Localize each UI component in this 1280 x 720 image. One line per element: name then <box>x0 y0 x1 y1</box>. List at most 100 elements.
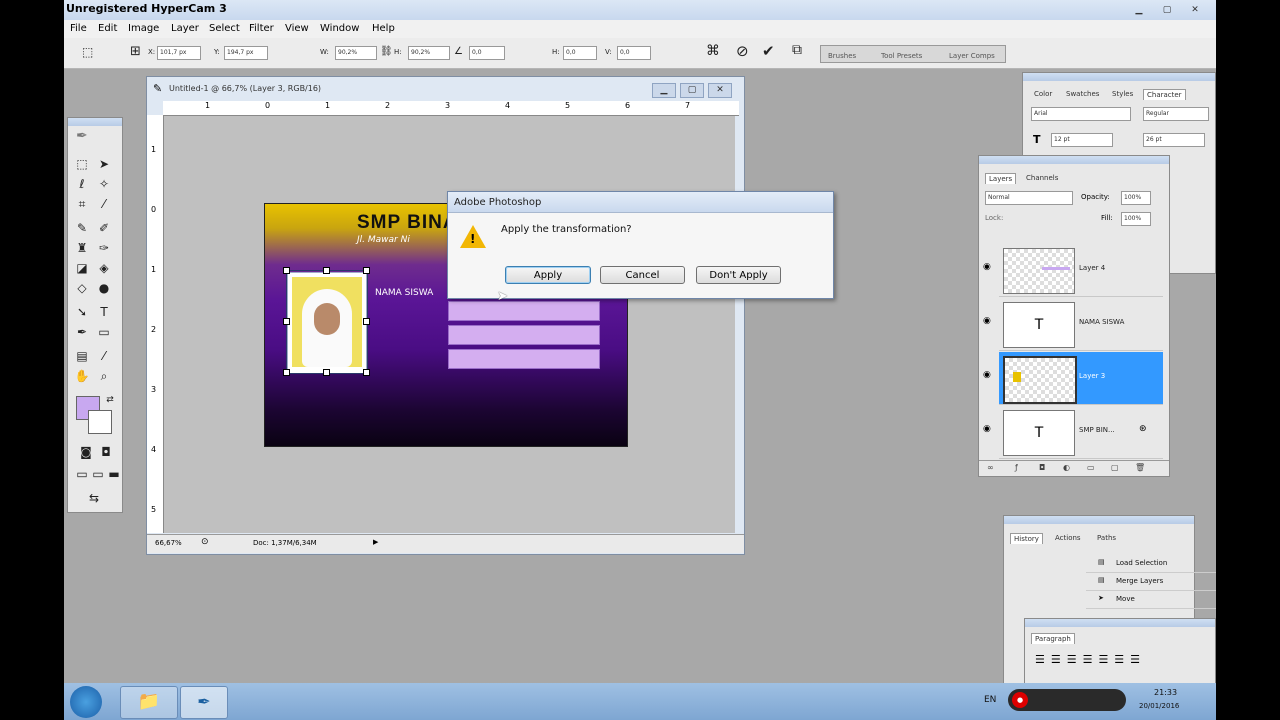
tab-paragraph[interactable]: Paragraph <box>1031 633 1075 644</box>
move-tool-icon[interactable]: ➤ <box>96 156 112 172</box>
adjustment-icon[interactable]: ◐ <box>1063 463 1070 472</box>
alignment-icons[interactable]: ☰☰☰☰☰☰☰ <box>1035 653 1146 666</box>
warp-icon[interactable]: ⌘ <box>706 43 720 59</box>
visibility-eye-icon[interactable]: ◉ <box>983 370 991 380</box>
history-panel-header[interactable] <box>1004 516 1194 524</box>
dialog-titlebar[interactable]: Adobe Photoshop <box>448 192 833 213</box>
font-size-field[interactable]: 12 pt <box>1051 133 1113 147</box>
menu-edit[interactable]: Edit <box>98 23 117 34</box>
character-panel-header[interactable] <box>1023 73 1215 81</box>
shape-tool-icon[interactable]: ▭ <box>96 324 112 340</box>
path-select-icon[interactable]: ➘ <box>74 304 90 320</box>
bucket-tool-icon[interactable]: ◈ <box>96 260 112 276</box>
height-field[interactable]: 90,2% <box>408 46 450 60</box>
marquee-tool-icon[interactable]: ⬚ <box>74 156 90 172</box>
magic-wand-icon[interactable]: ✧ <box>96 176 112 192</box>
dodge-tool-icon[interactable]: ● <box>96 280 112 296</box>
palette-well-icon[interactable]: ⧉ <box>792 42 802 58</box>
close-button[interactable]: ✕ <box>1184 4 1206 17</box>
start-button-icon[interactable] <box>70 686 102 718</box>
cancel-transform-icon[interactable]: ⊘ <box>736 42 749 60</box>
language-indicator[interactable]: EN <box>984 695 996 705</box>
hskew-field[interactable]: 0,0 <box>563 46 597 60</box>
transform-handle[interactable] <box>323 267 330 274</box>
y-field[interactable]: 194,7 px <box>224 46 268 60</box>
eraser-tool-icon[interactable]: ◪ <box>74 260 90 276</box>
tab-history[interactable]: History <box>1010 533 1043 544</box>
mask-icon[interactable]: ◘ <box>1039 463 1045 472</box>
menu-file[interactable]: File <box>70 23 87 34</box>
tool-preset-icon[interactable]: ⬚ <box>82 45 93 59</box>
commit-transform-icon[interactable]: ✔ <box>762 42 775 60</box>
doc-minimize-button[interactable]: ▁ <box>652 83 676 98</box>
well-tab-layer-comps[interactable]: Layer Comps <box>949 52 995 60</box>
standard-mode-icon[interactable]: ◙ <box>76 444 96 460</box>
layer-style-button-icon[interactable]: ƒ <box>1015 463 1018 472</box>
layer-row[interactable]: T NAMA SISWA <box>999 298 1163 351</box>
record-icon[interactable]: ● <box>1012 692 1028 708</box>
tab-swatches[interactable]: Swatches <box>1063 89 1102 99</box>
link-layers-icon[interactable]: ∞ <box>987 463 994 472</box>
leading-field[interactable]: 26 pt <box>1143 133 1205 147</box>
reference-point-icon[interactable]: ⊞ <box>130 44 141 59</box>
type-tool-icon[interactable]: T <box>96 304 112 320</box>
well-tab-tool-presets[interactable]: Tool Presets <box>881 52 922 60</box>
status-menu-arrow-icon[interactable]: ▶ <box>373 538 378 546</box>
history-item[interactable]: ▤ Merge Layers <box>1086 573 1216 591</box>
delete-layer-icon[interactable]: 🗑 <box>1135 463 1145 472</box>
fill-field[interactable]: 100% <box>1121 212 1151 226</box>
explorer-taskbar-icon[interactable]: 📁 <box>120 686 178 719</box>
lasso-tool-icon[interactable]: ℓ <box>74 176 90 192</box>
brush-tool-icon[interactable]: ✐ <box>96 220 112 236</box>
visibility-eye-icon[interactable]: ◉ <box>983 316 991 326</box>
angle-field[interactable]: 0,0 <box>469 46 505 60</box>
transform-handle[interactable] <box>363 267 370 274</box>
tab-character[interactable]: Character <box>1143 89 1186 100</box>
transform-handle[interactable] <box>323 369 330 376</box>
transform-handle[interactable] <box>363 318 370 325</box>
layers-panel-header[interactable] <box>979 156 1169 164</box>
transform-handle[interactable] <box>283 369 290 376</box>
background-color-swatch[interactable] <box>88 410 112 434</box>
stamp-tool-icon[interactable]: ♜ <box>74 240 90 256</box>
x-field[interactable]: 101,7 px <box>157 46 201 60</box>
screen-mode-1-icon[interactable]: ▭ <box>74 466 90 482</box>
hypercam-recording-toolbar[interactable]: ● <box>1008 689 1126 711</box>
healing-brush-icon[interactable]: ✎ <box>74 220 90 236</box>
zoom-level[interactable]: 66,67% <box>155 539 182 547</box>
blend-mode-select[interactable]: Normal <box>985 191 1073 205</box>
menu-select[interactable]: Select <box>209 23 240 34</box>
tab-color[interactable]: Color <box>1031 89 1055 99</box>
menu-view[interactable]: View <box>285 23 309 34</box>
screen-mode-2-icon[interactable]: ▭ <box>90 466 106 482</box>
zoom-tool-icon[interactable]: ⌕ <box>96 368 112 384</box>
group-icon[interactable]: ▭ <box>1087 463 1095 472</box>
transform-handle[interactable] <box>363 369 370 376</box>
font-family-select[interactable]: Arial <box>1031 107 1131 121</box>
menu-layer[interactable]: Layer <box>171 23 199 34</box>
apply-button[interactable]: Apply <box>505 266 591 284</box>
width-field[interactable]: 90,2% <box>335 46 377 60</box>
visibility-eye-icon[interactable]: ◉ <box>983 262 991 272</box>
doc-maximize-button[interactable]: ▢ <box>680 83 704 98</box>
history-brush-icon[interactable]: ✑ <box>96 240 112 256</box>
menu-help[interactable]: Help <box>372 23 395 34</box>
visibility-eye-icon[interactable]: ◉ <box>983 424 991 434</box>
tools-header[interactable] <box>68 118 122 126</box>
quickmask-mode-icon[interactable]: ◘ <box>98 444 114 460</box>
link-icon[interactable]: ⛓ <box>380 46 393 57</box>
pen-tool-icon[interactable]: ✒ <box>74 324 90 340</box>
history-item[interactable]: ➤ Move <box>1086 591 1216 609</box>
hand-tool-icon[interactable]: ✋ <box>74 368 90 384</box>
eyedropper-icon[interactable]: ⁄ <box>96 348 112 364</box>
maximize-button[interactable]: ▢ <box>1156 4 1178 17</box>
swap-colors-icon[interactable]: ⇄ <box>102 392 118 408</box>
well-tab-brushes[interactable]: Brushes <box>828 52 856 60</box>
tab-layers[interactable]: Layers <box>985 173 1017 184</box>
menu-image[interactable]: Image <box>128 23 159 34</box>
slice-tool-icon[interactable]: ⁄ <box>96 196 112 212</box>
transform-handle[interactable] <box>283 267 290 274</box>
screen-mode-3-icon[interactable]: ▬ <box>106 466 122 482</box>
layer-row[interactable]: T SMP BIN... ⊛ <box>999 406 1163 459</box>
notes-tool-icon[interactable]: ▤ <box>74 348 90 364</box>
